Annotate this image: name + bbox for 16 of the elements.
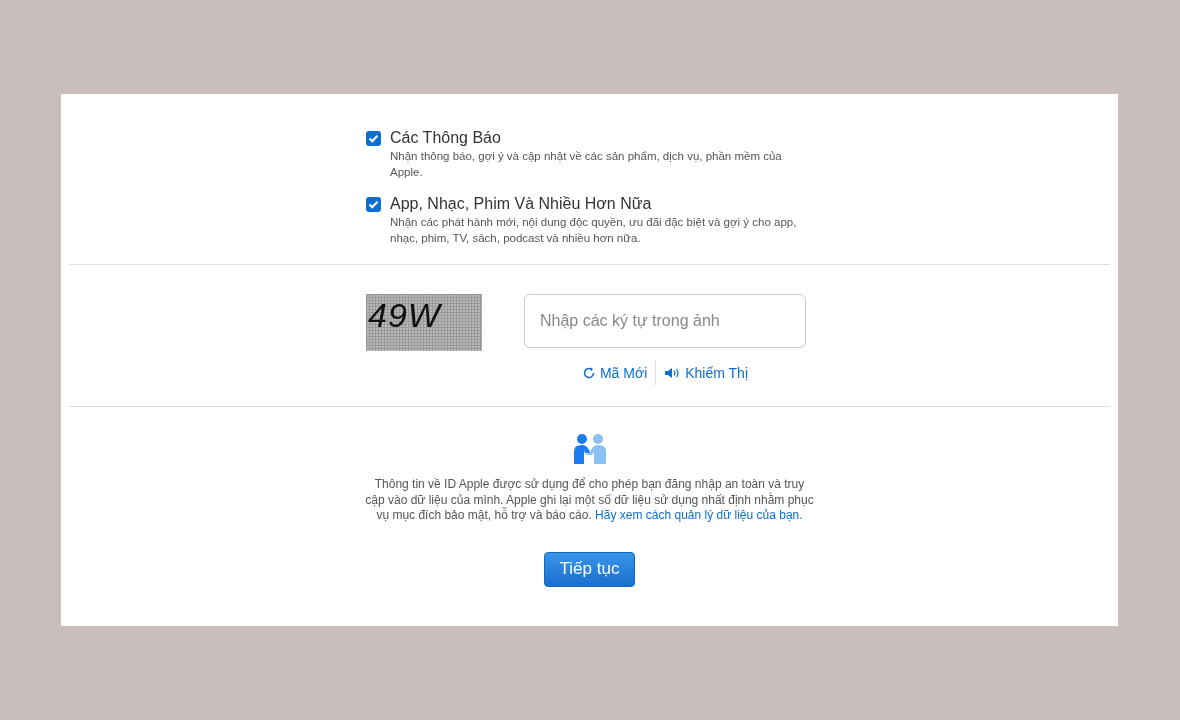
continue-button[interactable]: Tiếp tục xyxy=(543,551,636,587)
option-description: Nhận thông báo, gợi ý và cập nhật về các sản phẩm, dịch vụ, phần mềm của Apple. xyxy=(390,149,783,180)
captcha-image: 49W xyxy=(366,294,482,351)
refresh-icon xyxy=(581,366,596,380)
option-description: Nhận các phát hành mới, nội dung độc quyền, ưu đãi đặc biệt và gợi ý cho app, nhạc, phim, TV, sách, podcast và nhiều hơn nữa. xyxy=(390,215,798,246)
option-title: Các Thông Báo xyxy=(390,128,502,148)
manage-data-link[interactable]: Hãy xem cách quản lý dữ liệu của bạn. xyxy=(595,508,803,522)
new-code-link[interactable]: Mã Mới xyxy=(573,365,656,381)
captcha-input-field[interactable]: Nhập các ký tự trong ảnh xyxy=(524,294,806,348)
speaker-icon xyxy=(664,367,682,379)
option-title: App, Nhạc, Phim Và Nhiều Hơn Nữa xyxy=(390,194,653,214)
people-icon xyxy=(571,434,608,464)
privacy-text: Thông tin về ID Apple được sử dụng để cho phép bạn đăng nhập an toàn và truy cập vào dữ liệu của mình. Apple ghi lại một số dữ liệu sử dụng nhất định nhằm phục vụ mục đích bảo mật, hỗ trợ và báo cáo. Hãy xem cách quản lý dữ liệu của bạn. xyxy=(364,477,815,524)
audio-link[interactable]: Khiếm Thị xyxy=(656,365,757,381)
checkbox[interactable] xyxy=(366,131,381,146)
checkbox[interactable] xyxy=(366,197,381,212)
